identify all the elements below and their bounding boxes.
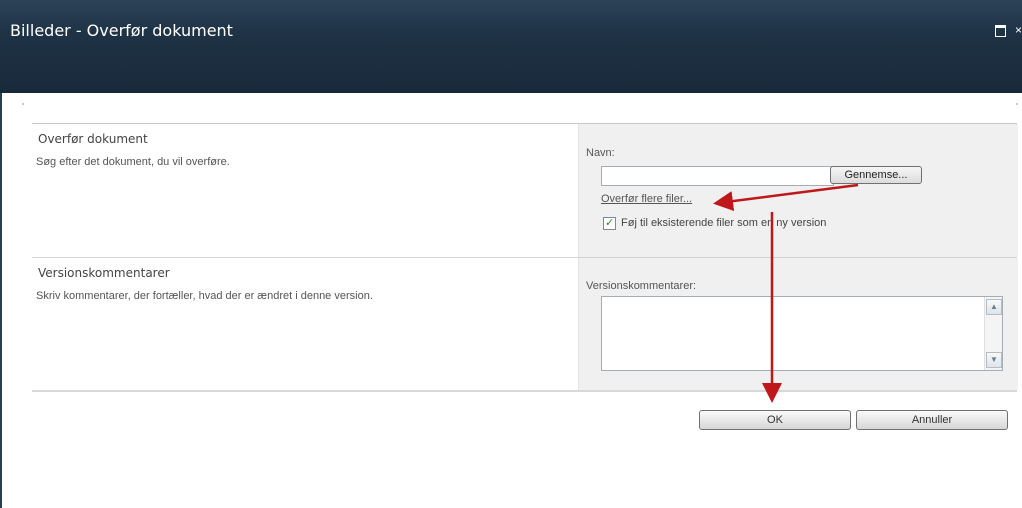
dialog-left-border [0,93,2,508]
upload-section-description: Søg efter det dokument, du vil overføre. [36,156,230,168]
upload-form: Overfør dokument Søg efter det dokument,… [32,123,1018,391]
version-comments-label: Versionskommentarer: [586,280,697,292]
maximize-icon[interactable] [994,24,1006,37]
upload-section-controls: Navn: Gennemse... Overfør flere filer...… [578,124,1018,257]
version-comments-section: Versionskommentarer Skriv kommentarer, d… [32,258,1018,390]
textarea-scrollbar[interactable]: ▲ ▼ [984,297,1002,370]
scroll-up-icon[interactable]: ▲ [986,299,1002,315]
upload-multiple-files-link[interactable]: Overfør flere filer... [601,193,692,205]
form-bottom-divider [32,390,1017,392]
corner-dot [1016,103,1018,105]
dialog-title: Billeder - Overfør dokument [10,21,233,40]
version-comments-textarea[interactable]: ▲ ▼ [601,296,1003,371]
ok-button[interactable]: OK [699,410,851,430]
dialog-titlebar: Billeder - Overfør dokument × [0,0,1022,93]
checkmark-icon: ✓ [605,217,615,229]
file-path-input[interactable] [601,166,834,186]
cancel-button[interactable]: Annuller [856,410,1008,430]
version-comments-controls: Versionskommentarer: ▲ ▼ [578,258,1018,390]
upload-section-title: Overfør dokument [38,132,148,146]
corner-dot [22,103,24,105]
name-label: Navn: [586,147,615,159]
add-as-new-version-label: Føj til eksisterende filer som en ny ver… [621,217,827,229]
close-icon[interactable]: × [1015,23,1022,37]
scroll-down-icon[interactable]: ▼ [986,352,1002,368]
version-comments-info: Versionskommentarer Skriv kommentarer, d… [32,258,578,390]
window-controls: × [989,23,1022,37]
upload-section-info: Overfør dokument Søg efter det dokument,… [32,124,578,257]
version-comments-description: Skriv kommentarer, der fortæller, hvad d… [36,290,373,302]
browse-button[interactable]: Gennemse... [830,166,922,184]
upload-section: Overfør dokument Søg efter det dokument,… [32,124,1018,258]
version-comments-title: Versionskommentarer [38,266,170,280]
add-as-new-version-checkbox[interactable]: ✓ [603,217,616,230]
